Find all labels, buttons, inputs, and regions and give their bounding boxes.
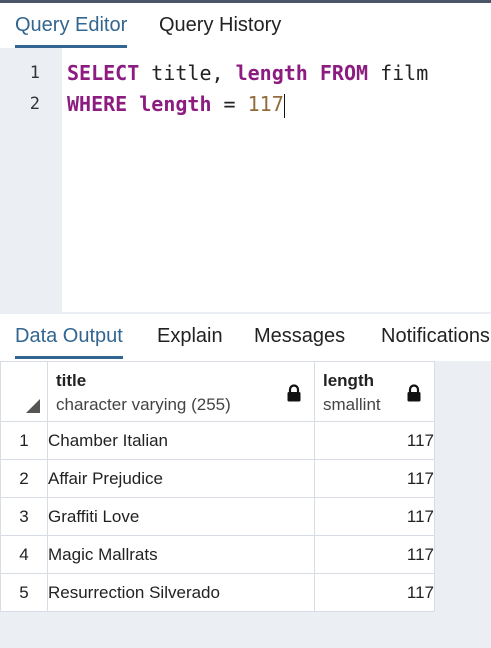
sql-text: title,	[139, 61, 236, 85]
column-type: character varying (255)	[56, 395, 231, 414]
cell-title[interactable]: Graffiti Love	[47, 497, 315, 536]
cell-length[interactable]: 117	[314, 535, 435, 574]
data-output-grid: title character varying (255) length sma…	[0, 361, 491, 648]
row-number[interactable]: 5	[0, 573, 48, 612]
row-number[interactable]: 3	[0, 497, 48, 536]
tab-query-history[interactable]: Query History	[159, 3, 281, 48]
tab-data-output[interactable]: Data Output	[15, 314, 123, 359]
tab-query-editor[interactable]: Query Editor	[15, 3, 128, 48]
cell-title[interactable]: Resurrection Silverado	[47, 573, 315, 612]
lock-icon	[287, 384, 301, 402]
column-name: length	[323, 371, 374, 390]
sql-keyword: length	[139, 92, 212, 116]
table-row[interactable]: 3 Graffiti Love 117	[0, 497, 435, 536]
sql-number: 117	[247, 92, 284, 116]
cell-title[interactable]: Chamber Italian	[47, 421, 315, 460]
table-row[interactable]: 2 Affair Prejudice 117	[0, 459, 435, 498]
select-all-corner[interactable]	[0, 361, 48, 422]
cell-title[interactable]: Magic Mallrats	[47, 535, 315, 574]
sql-keyword: WHERE	[67, 92, 128, 116]
query-tab-bar: Query Editor Query History	[0, 0, 491, 48]
cell-length[interactable]: 117	[314, 573, 435, 612]
tab-messages[interactable]: Messages	[254, 314, 345, 359]
row-number[interactable]: 1	[0, 421, 48, 460]
code-line-1[interactable]: SELECT title, length FROM film	[67, 60, 428, 86]
output-tab-bar: Data Output Explain Messages Notificatio…	[0, 314, 491, 361]
line-number: 1	[29, 63, 40, 83]
column-header-length[interactable]: length smallint	[314, 361, 435, 422]
row-number[interactable]: 2	[0, 459, 48, 498]
row-number[interactable]: 4	[0, 535, 48, 574]
text-cursor	[283, 93, 285, 118]
sql-keyword: FROM	[319, 61, 369, 85]
results-table: title character varying (255) length sma…	[0, 361, 435, 612]
table-row[interactable]: 5 Resurrection Silverado 117	[0, 573, 435, 612]
cell-length[interactable]: 117	[314, 497, 435, 536]
table-row[interactable]: 4 Magic Mallrats 117	[0, 535, 435, 574]
code-line-2[interactable]: WHERE length = 117	[67, 91, 285, 118]
sql-text: =	[211, 92, 248, 116]
cell-title[interactable]: Affair Prejudice	[47, 459, 315, 498]
corner-triangle-icon	[26, 399, 40, 413]
cell-length[interactable]: 117	[314, 459, 435, 498]
column-name: title	[56, 371, 87, 390]
line-number: 2	[29, 94, 40, 114]
line-number-gutter: 1 2	[0, 48, 62, 312]
column-type: smallint	[323, 395, 381, 414]
lock-icon	[407, 384, 421, 402]
table-row[interactable]: 1 Chamber Italian 117	[0, 421, 435, 460]
column-header-title[interactable]: title character varying (255)	[47, 361, 315, 422]
sql-editor[interactable]: 1 2 SELECT title, length FROM film WHERE…	[0, 48, 491, 312]
sql-keyword: SELECT	[67, 61, 140, 85]
tab-notifications[interactable]: Notifications	[381, 314, 490, 359]
sql-text: film	[368, 61, 429, 85]
sql-keyword: length	[235, 61, 308, 85]
tab-explain[interactable]: Explain	[157, 314, 223, 359]
cell-length[interactable]: 117	[314, 421, 435, 460]
